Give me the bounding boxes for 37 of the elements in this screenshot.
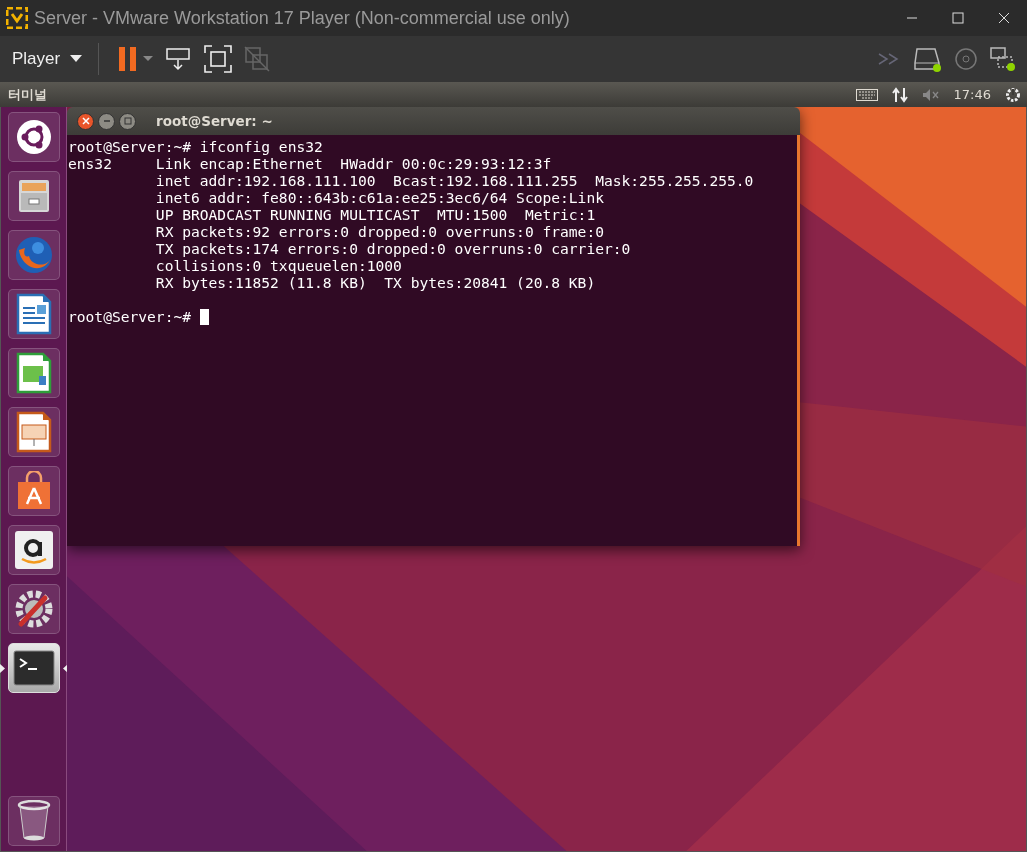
- minimize-button[interactable]: [98, 112, 115, 130]
- clock: 17:46: [953, 87, 991, 102]
- volume-muted-icon: [921, 87, 940, 102]
- running-indicator-icon: [0, 664, 5, 673]
- terminal-prompt: root@Server:~#: [68, 308, 191, 325]
- close-icon: [998, 12, 1010, 24]
- player-menu[interactable]: Player: [6, 41, 89, 77]
- network-arrows-icon: [891, 86, 908, 103]
- caret-icon: [70, 55, 83, 63]
- terminal-line: TX packets:174 errors:0 dropped:0 overruns:0 carrier:0: [154, 240, 631, 257]
- power-gear-icon: [1005, 86, 1021, 103]
- terminal-line: RX bytes:11852 (11.8 KB) TX bytes:20841 (20.8 KB): [154, 274, 596, 291]
- active-app-name: 터미널: [8, 85, 48, 104]
- window-title: Server - VMware Workstation 17 Player (Non-commercial use only): [34, 7, 571, 29]
- vmware-logo-icon: [6, 7, 28, 29]
- spreadsheet-icon: [14, 352, 53, 394]
- terminal-line: RX packets:92 errors:0 dropped:0 overruns:0 frame:0: [154, 223, 604, 240]
- terminal-title: root@Server: ~: [156, 113, 273, 129]
- text-cursor: [200, 308, 209, 325]
- close-icon: [81, 117, 90, 125]
- presentation-icon: [14, 411, 53, 453]
- terminal-line: inet6 addr: fe80::643b:c61a:ee25:3ec6/64 Scope:Link: [154, 189, 604, 206]
- close-button[interactable]: [77, 112, 94, 130]
- keyboard-icon: [855, 88, 878, 101]
- minimize-icon: [102, 117, 111, 125]
- terminal-line: root@Server:~# ifconfig ens32: [68, 138, 323, 155]
- terminal-line: UP BROADCAST RUNNING MULTICAST MTU:1500 Metric:1: [154, 206, 596, 223]
- amazon-logo-icon: [13, 530, 54, 570]
- terminal-line: ens32 Link encap:Ethernet HWaddr 00:0c:29:93:12:3f: [68, 155, 552, 172]
- terminal-icon: [12, 650, 55, 686]
- maximize-icon: [123, 117, 132, 125]
- terminal-line: collisions:0 txqueuelen:1000: [154, 257, 402, 274]
- terminal-line: inet addr:192.168.111.100 Bcast:192.168.111.255 Mask:255.255.255.0: [154, 172, 754, 189]
- trash-icon: [16, 800, 51, 842]
- maximize-icon: [952, 12, 964, 24]
- maximize-button[interactable]: [119, 112, 136, 130]
- document-icon: [14, 293, 53, 335]
